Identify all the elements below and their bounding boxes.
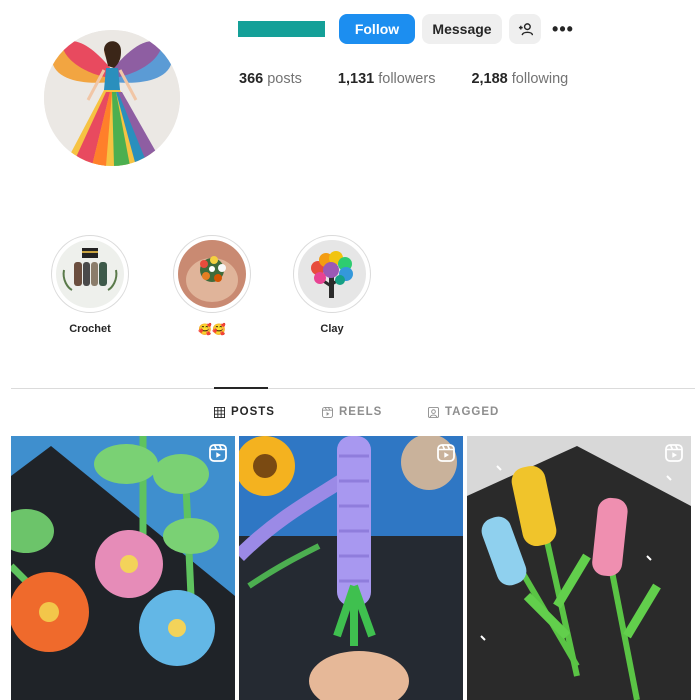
followers-stat[interactable]: 1,131 followers	[338, 71, 436, 87]
post-tile[interactable]	[467, 436, 691, 700]
post-image-paper-lavender	[239, 436, 463, 700]
tab-tagged[interactable]: TAGGED	[428, 406, 499, 418]
message-button[interactable]: Message	[422, 14, 502, 44]
following-stat[interactable]: 2,188 following	[471, 71, 568, 87]
highlight-cover	[298, 240, 366, 308]
grid-icon	[214, 406, 225, 418]
post-tile[interactable]	[11, 436, 235, 700]
reels-icon	[322, 406, 333, 418]
tab-label: REELS	[339, 406, 383, 418]
highlight-ring	[293, 235, 371, 313]
post-image-paper-flowers	[11, 436, 235, 700]
highlight-ring	[173, 235, 251, 313]
highlight-cover	[56, 240, 124, 308]
posts-grid	[11, 436, 691, 700]
followers-label: followers	[378, 71, 436, 87]
highlight-label: 🥰🥰	[198, 324, 226, 336]
posts-count: 366	[239, 71, 264, 87]
tab-label: POSTS	[231, 406, 275, 418]
highlight-label: Clay	[320, 323, 344, 335]
profile-avatar[interactable]	[44, 30, 180, 166]
posts-label: posts	[267, 71, 302, 87]
following-label: following	[511, 71, 569, 87]
reel-badge-icon	[437, 444, 455, 462]
more-options-button[interactable]: •••	[549, 14, 577, 44]
highlight-label: Crochet	[69, 323, 111, 335]
post-tile[interactable]	[239, 436, 463, 700]
followers-count: 1,131	[337, 71, 375, 87]
highlight-emoji[interactable]: 🥰🥰	[172, 235, 252, 336]
tab-label: TAGGED	[445, 406, 500, 418]
paper-dress-art	[44, 30, 180, 166]
follow-button[interactable]: Follow	[339, 14, 415, 44]
tab-posts[interactable]: POSTS	[214, 406, 275, 418]
suggest-user-button[interactable]	[509, 14, 541, 44]
highlight-clay[interactable]: Clay	[292, 235, 372, 335]
tab-reels[interactable]: REELS	[322, 406, 382, 418]
username-redacted-bar	[238, 21, 325, 37]
tabs-divider	[11, 388, 695, 389]
highlight-crochet[interactable]: Crochet	[50, 235, 130, 335]
add-user-icon	[518, 22, 533, 35]
posts-stat: 366 posts	[239, 71, 302, 87]
more-dots-icon: •••	[552, 18, 574, 39]
highlight-ring	[51, 235, 129, 313]
reel-badge-icon	[665, 444, 683, 462]
post-image-paper-hyacinths	[467, 436, 691, 700]
active-tab-indicator	[214, 387, 268, 389]
following-count: 2,188	[471, 71, 508, 87]
tagged-icon	[428, 406, 439, 418]
profile-stats: 366 posts 1,131 followers 2,188 followin…	[239, 71, 604, 87]
reel-badge-icon	[209, 444, 227, 462]
highlight-cover	[178, 240, 246, 308]
